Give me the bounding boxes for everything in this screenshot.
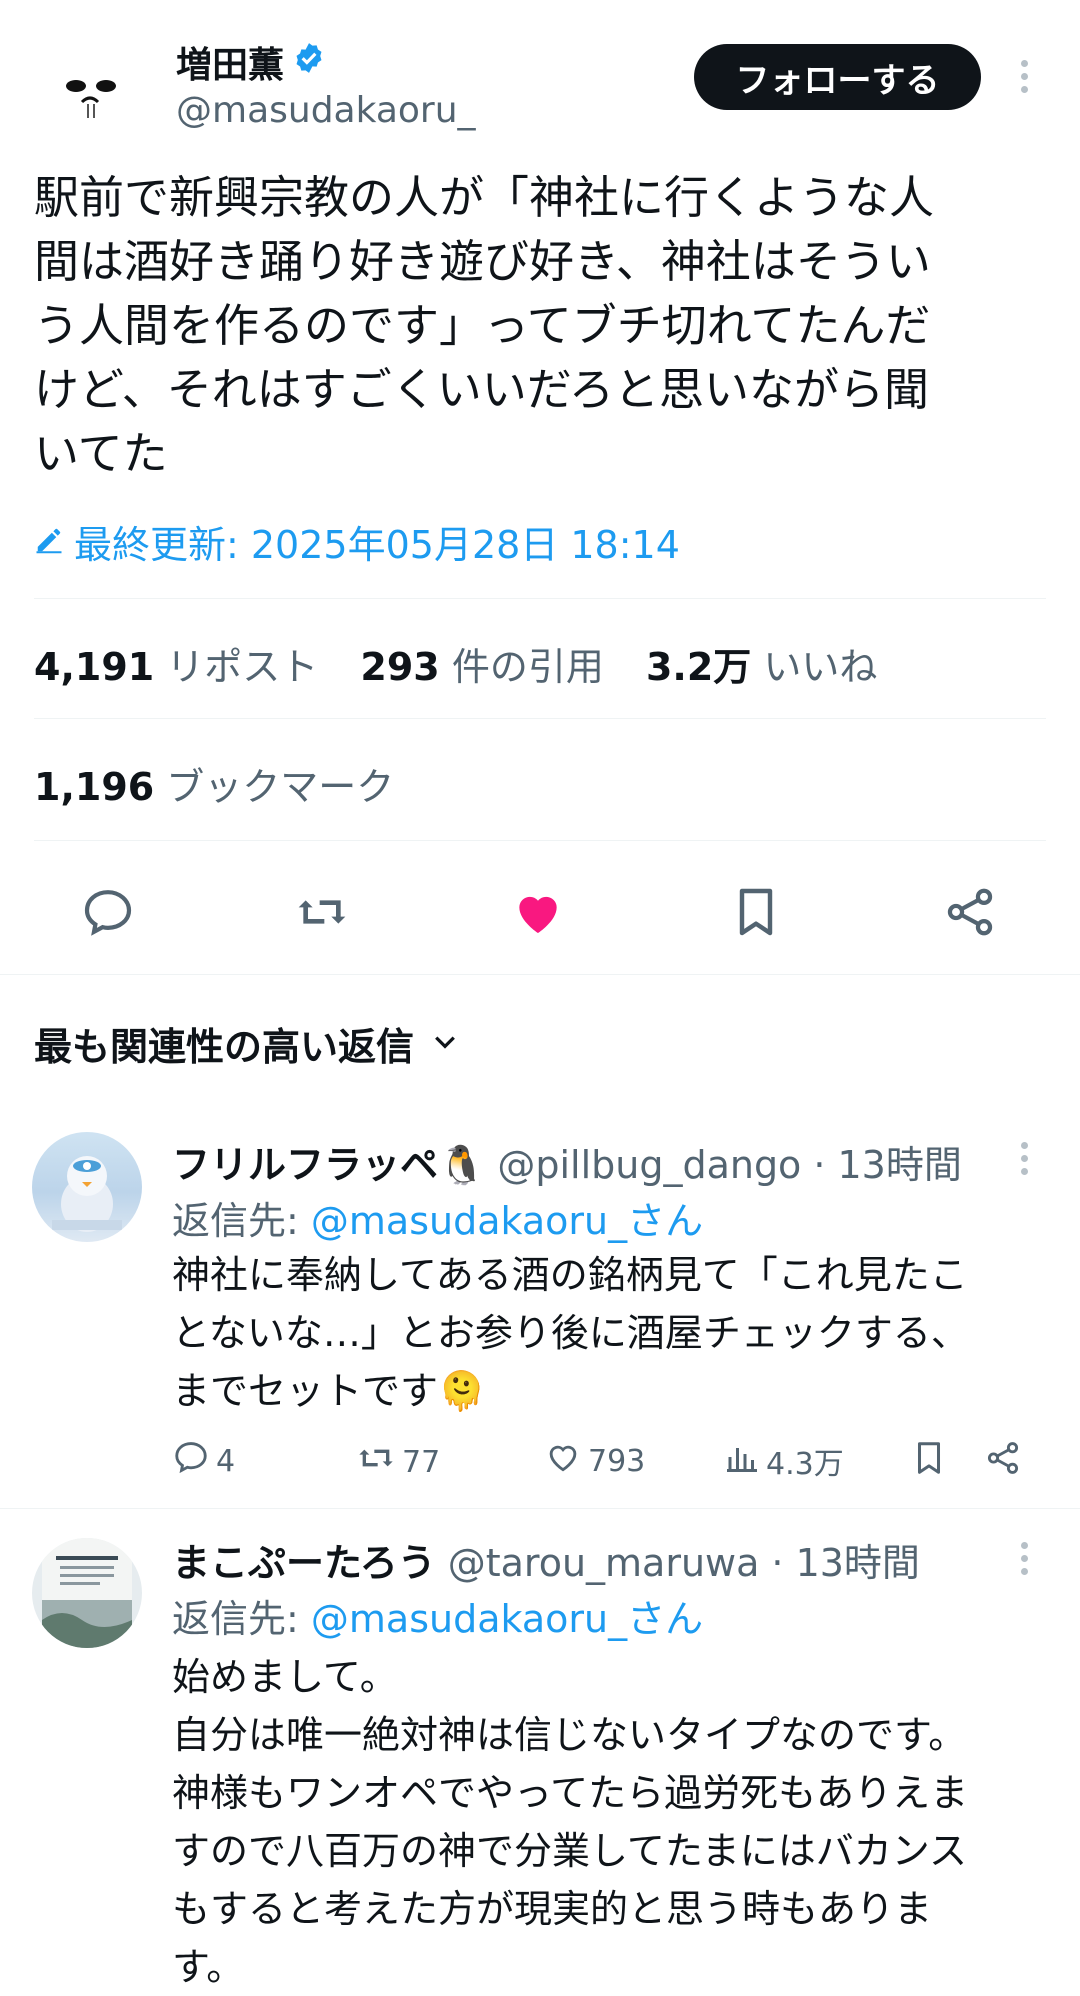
reply-views-button[interactable]: 4.3万 [724, 1438, 844, 1484]
reply-author-name[interactable]: まこぷーたろう [172, 1532, 436, 1587]
follow-button[interactable]: フォローする [694, 44, 981, 110]
repost-icon[interactable] [294, 884, 350, 940]
bookmark-icon[interactable] [728, 884, 784, 940]
tweet-text-line: いてた [34, 427, 168, 480]
replies-sort-dropdown[interactable]: 最も関連性の高い返信 [34, 1016, 460, 1071]
bookmarks-label[interactable]: ブックマーク [166, 765, 394, 809]
views-bar-chart-icon [724, 1438, 760, 1484]
reply-text-line: までセットです🫠 [172, 1369, 486, 1413]
chevron-down-icon [430, 1022, 460, 1066]
reply-to: 返信先: @masudakaoru_さん [172, 1588, 703, 1643]
divider [34, 598, 1046, 599]
reply-to-prefix: 返信先: [172, 1199, 299, 1243]
reply-bookmark-button[interactable] [910, 1438, 948, 1486]
reply-header: フリルフラッペ🐧 @pillbug_dango · 13時間 [172, 1134, 962, 1189]
author-avatar[interactable] [44, 44, 136, 136]
reply-text-line: す。 [172, 1945, 245, 1989]
reply-to: 返信先: @masudakaoru_さん [172, 1190, 703, 1245]
reply-text-line: 神社に奉納してある酒の銘柄見て「これ見たこ [172, 1253, 968, 1297]
reply-count: 4 [216, 1443, 236, 1479]
tweet-text-line: けど、それはすごくいいだろと思いながら聞 [34, 363, 930, 416]
reply-reply-button[interactable]: 4 [172, 1438, 235, 1484]
views-count: 4.3万 [766, 1447, 844, 1482]
share-icon[interactable] [942, 884, 998, 940]
quotes-count[interactable]: 293 [360, 645, 439, 689]
reply-text-line: すので八百万の神で分業してたまにはバカンス [172, 1829, 967, 1873]
reply-author-handle[interactable]: @tarou_maruwa [448, 1541, 760, 1585]
edit-pencil-icon [34, 520, 64, 564]
author-handle[interactable]: @masudakaoru_ [176, 90, 476, 131]
reply-to-handle[interactable]: @masudakaoru_さん [311, 1597, 703, 1641]
reply-author-handle[interactable]: @pillbug_dango [497, 1143, 801, 1187]
reposts-count[interactable]: 4,191 [34, 645, 154, 689]
reply-text-line: とないな…」とお参り後に酒屋チェックする、 [172, 1311, 969, 1355]
author-name[interactable]: 増田薫 [176, 36, 284, 88]
reply-icon[interactable] [80, 884, 136, 940]
author-name-row[interactable]: 増田薫 [176, 36, 326, 88]
reply-text-line: 神様もワンオペでやってたら過労死もありえま [172, 1771, 969, 1815]
reply-more-options-icon[interactable] [1019, 1542, 1029, 1575]
reposts-label[interactable]: リポスト [166, 645, 318, 689]
divider [0, 1508, 1080, 1509]
edited-timestamp[interactable]: 最終更新: 2025年05月28日 18:14 [34, 514, 680, 569]
bookmarks-stat: 1,196 ブックマーク [34, 756, 394, 811]
tweet-text: 駅前で新興宗教の人が「神社に行くような人 間は酒好き踊り好き遊び好き、神社はそう… [34, 166, 1044, 486]
tweet-text-line: 間は酒好き踊り好き遊び好き、神社はそうい [34, 235, 931, 288]
reply-like-button[interactable]: 793 [544, 1438, 645, 1484]
share-icon [984, 1438, 1022, 1486]
reply-icon [172, 1438, 210, 1484]
reply-avatar[interactable] [32, 1132, 142, 1242]
verified-badge-icon [292, 41, 326, 84]
more-options-icon[interactable] [1019, 60, 1029, 93]
likes-count[interactable]: 3.2万 [646, 645, 751, 689]
reply-text: 始めまして。 自分は唯一絶対神は信じないタイプなのです。 神様もワンオペでやって… [172, 1648, 1042, 1996]
divider [34, 718, 1046, 719]
reply-more-options-icon[interactable] [1019, 1142, 1029, 1175]
reply-text-line: 始めまして。 [172, 1655, 398, 1699]
replies-sort-label: 最も関連性の高い返信 [34, 1025, 415, 1069]
like-icon [544, 1438, 582, 1484]
engagement-stats: 4,191 リポスト 293 件の引用 3.2万 いいね [34, 636, 907, 691]
reply-time[interactable]: · 13時間 [771, 1532, 920, 1587]
like-count: 793 [588, 1443, 646, 1479]
likes-label[interactable]: いいね [763, 645, 877, 689]
like-icon-filled[interactable] [510, 884, 566, 940]
reply-time[interactable]: · 13時間 [813, 1134, 962, 1189]
repost-icon [356, 1438, 396, 1486]
reply-share-button[interactable] [984, 1438, 1022, 1486]
reply-to-prefix: 返信先: [172, 1597, 299, 1641]
edited-label: 最終更新: 2025年05月28日 18:14 [74, 523, 680, 567]
reply-avatar[interactable] [32, 1538, 142, 1648]
reply-author-name[interactable]: フリルフラッペ🐧 [172, 1134, 485, 1189]
reply-repost-button[interactable]: 77 [356, 1438, 440, 1486]
bookmarks-count[interactable]: 1,196 [34, 765, 154, 809]
tweet-text-line: う人間を作るのです」ってブチ切れてたんだ [34, 299, 931, 352]
quotes-label[interactable]: 件の引用 [452, 645, 604, 689]
tweet-text-line: 駅前で新興宗教の人が「神社に行くような人 [34, 171, 935, 224]
reply-text: 神社に奉納してある酒の銘柄見て「これ見たこ とないな…」とお参り後に酒屋チェック… [172, 1246, 1042, 1420]
reply-to-handle[interactable]: @masudakaoru_さん [311, 1199, 703, 1243]
reply-text-line: もすると考えた方が現実的と思う時もありま [172, 1887, 933, 1931]
repost-count: 77 [402, 1444, 441, 1480]
bookmark-icon [910, 1438, 948, 1486]
divider [34, 840, 1046, 841]
divider [0, 974, 1080, 975]
reply-text-line: 自分は唯一絶対神は信じないタイプなのです。 [172, 1713, 967, 1757]
reply-header: まこぷーたろう @tarou_maruwa · 13時間 [172, 1532, 920, 1587]
